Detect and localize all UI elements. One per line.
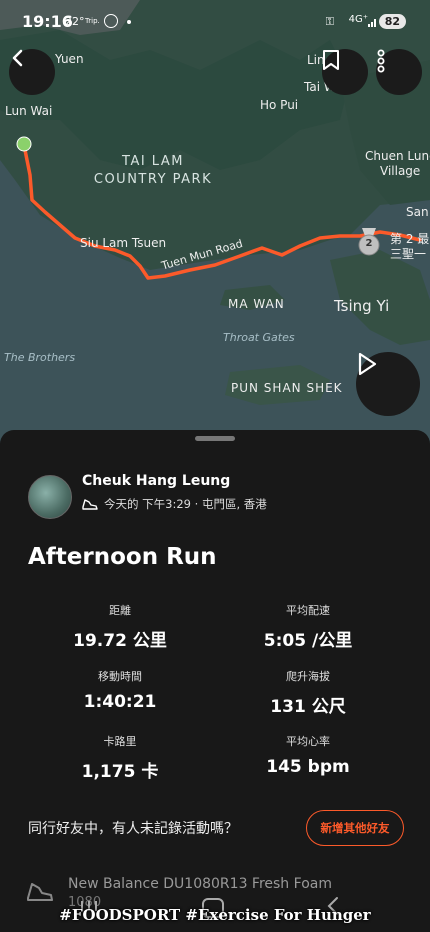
back-button[interactable] bbox=[9, 49, 55, 95]
map-label-ma-wan: MA WAN bbox=[228, 297, 285, 311]
notification-icon bbox=[104, 14, 118, 28]
map-label-pun-shan-shek: PUN SHAN SHEK bbox=[231, 381, 343, 395]
activity-meta-text: 今天的 下午3:29 · 屯門區, 香港 bbox=[104, 497, 267, 511]
map-label-segment-name: 三聖一 bbox=[390, 247, 427, 261]
chevron-left-icon bbox=[12, 49, 23, 67]
friends-prompt: 同行好友中，有人未記錄活動嗎？ bbox=[28, 821, 238, 837]
map-label-tsing-yi: Tsing Yi bbox=[334, 297, 390, 315]
map-label-throat-gates: Throat Gates bbox=[223, 331, 295, 344]
stat-calories-value: 1,175 卡 bbox=[81, 762, 159, 782]
stat-distance: 距離 19.72 公里 bbox=[20, 602, 220, 651]
avatar[interactable] bbox=[28, 475, 72, 519]
stat-elevation: 爬升海拔 131 公尺 bbox=[208, 668, 408, 717]
stat-pace-value: 5:05 /公里 bbox=[263, 631, 353, 651]
map-label-the-brothers: The Brothers bbox=[4, 351, 76, 364]
route-start-marker bbox=[16, 136, 32, 152]
status-bar: 19:16 22° Trip. ⚿ 4G⁺ 82 bbox=[0, 10, 430, 34]
stat-heart-rate-value: 145 bpm bbox=[266, 757, 350, 777]
stat-elevation-value: 131 公尺 bbox=[270, 697, 346, 717]
activity-title: Afternoon Run bbox=[28, 544, 217, 570]
athlete-name[interactable]: Cheuk Hang Leung bbox=[82, 473, 230, 489]
map-label-country-park: TAI LAM COUNTRY PARK bbox=[78, 153, 228, 189]
stat-calories-label: 卡路里 bbox=[103, 735, 137, 748]
map-label-chuen-lung: Chuen Lung bbox=[365, 149, 430, 163]
map-label-yuen: Yuen bbox=[55, 52, 84, 66]
status-dot-icon bbox=[127, 20, 131, 24]
segment-medal-number: 2 bbox=[365, 238, 373, 249]
sheet-drag-handle[interactable] bbox=[195, 436, 235, 441]
map-label-siu-lam: Siu Lam Tsuen bbox=[80, 236, 167, 250]
shoe-icon bbox=[82, 499, 98, 510]
stat-moving-time: 移動時間 1:40:21 bbox=[20, 668, 220, 712]
bookmark-button[interactable] bbox=[322, 49, 368, 95]
stat-distance-label: 距離 bbox=[109, 604, 131, 617]
bookmark-icon bbox=[323, 50, 339, 70]
vpn-key-icon: ⚿ bbox=[325, 15, 334, 28]
map-label-san: San bbox=[406, 205, 429, 219]
status-trip: Trip. bbox=[85, 17, 100, 25]
route-map[interactable]: Yuen Lun Wai Lin Tai W Ho Pui Chuen Lung… bbox=[0, 0, 430, 460]
segment-medal-icon[interactable]: 2 bbox=[356, 228, 382, 256]
stat-moving-time-label: 移動時間 bbox=[98, 670, 142, 683]
play-flyover-button[interactable] bbox=[356, 352, 420, 416]
add-friends-button[interactable]: 新增其他好友 bbox=[306, 810, 404, 846]
stat-pace: 平均配速 5:05 /公里 bbox=[208, 602, 408, 651]
activity-sheet: Cheuk Hang Leung 今天的 下午3:29 · 屯門區, 香港 Af… bbox=[0, 430, 430, 932]
network-indicator: 4G⁺ bbox=[348, 14, 368, 25]
stat-moving-time-value: 1:40:21 bbox=[83, 692, 157, 712]
park-line-1: TAI LAM bbox=[122, 154, 184, 169]
status-temp: 22° bbox=[65, 15, 85, 28]
stat-elevation-label: 爬升海拔 bbox=[286, 670, 330, 683]
footer-caption: #FOODSPORT #Exercise For Hunger bbox=[59, 906, 371, 924]
stat-pace-label: 平均配速 bbox=[286, 604, 330, 617]
map-label-village: Village bbox=[380, 164, 421, 178]
play-icon bbox=[358, 352, 377, 376]
battery-indicator: 82 bbox=[378, 14, 406, 29]
activity-meta: 今天的 下午3:29 · 屯門區, 香港 bbox=[82, 496, 267, 512]
more-options-button[interactable] bbox=[376, 49, 422, 95]
stat-distance-value: 19.72 公里 bbox=[73, 631, 167, 651]
more-vertical-icon bbox=[377, 49, 385, 73]
stat-heart-rate: 平均心率 145 bpm bbox=[208, 733, 408, 777]
map-label-lun-wai: Lun Wai bbox=[5, 104, 53, 118]
stat-calories: 卡路里 1,175 卡 bbox=[20, 733, 220, 782]
stat-heart-rate-label: 平均心率 bbox=[286, 735, 330, 748]
map-label-ho-pui: Ho Pui bbox=[260, 98, 299, 112]
park-line-2: COUNTRY PARK bbox=[93, 172, 213, 187]
